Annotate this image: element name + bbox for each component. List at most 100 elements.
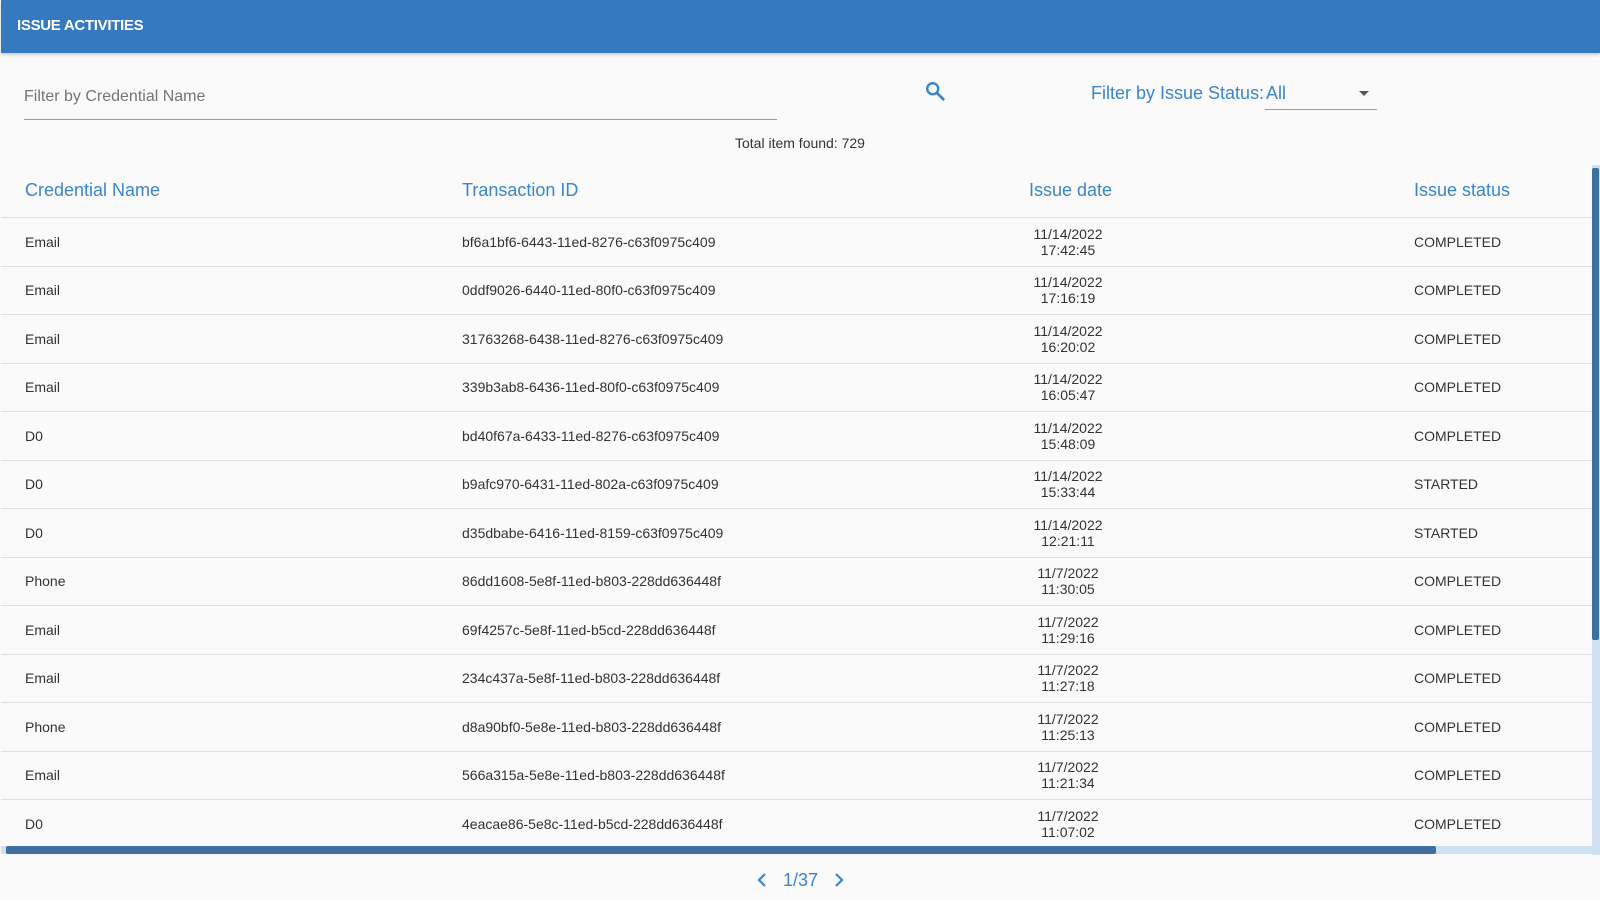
cell-transaction-id: 566a315a-5e8e-11ed-b803-228dd636448f [462,767,725,784]
table-row[interactable]: Phone d8a90bf0-5e8e-11ed-b803-228dd636448… [1,703,1594,752]
table-row[interactable]: Email 339b3ab8-6436-11ed-80f0-c63f0975c40… [1,364,1594,412]
issue-date-time: 16:05:47 [1040,387,1096,404]
table-row[interactable]: Email bf6a1bf6-6443-11ed-8276-c63f0975c40… [1,218,1594,267]
cell-transaction-id: d8a90bf0-5e8e-11ed-b803-228dd636448f [462,718,721,735]
pagination: 1/37 [0,866,1600,896]
horizontal-scroll-thumb[interactable] [6,846,1436,854]
table-row[interactable]: Phone 86dd1608-5e8f-11ed-b803-228dd636448… [1,558,1594,606]
table-row[interactable]: D0 bd40f67a-6433-11ed-8276-c63f0975c409 11… [1,412,1594,461]
cell-issue-status: STARTED [1414,476,1479,493]
cell-issue-date: 11/14/2022 16:05:47 [1029,371,1107,403]
cell-issue-date: 11/14/2022 12:21:11 [1029,517,1107,549]
issue-date-day: 11/14/2022 [1033,274,1103,291]
column-header-credential-name[interactable]: Credential Name [25,180,160,201]
issue-date-time: 17:42:45 [1040,241,1096,258]
cell-credential-name: Phone [25,573,66,590]
cell-credential-name: Email [25,282,61,299]
page-title: ISSUE ACTIVITIES [17,17,144,34]
issue-date-day: 11/14/2022 [1033,322,1103,339]
table-row[interactable]: Email 234c437a-5e8f-11ed-b803-228dd636448… [1,655,1594,703]
cell-issue-date: 11/7/2022 11:30:05 [1029,565,1107,597]
status-filter-value: All [1266,83,1287,103]
issue-date-time: 17:16:19 [1040,290,1096,307]
cell-issue-status: COMPLETED [1414,621,1502,638]
table-header: Credential Name Transaction ID Issue dat… [1,165,1594,218]
table-row[interactable]: D0 4eacae86-5e8c-11ed-b5cd-228dd636448f 11… [1,800,1594,849]
total-count: Total item found: 729 [735,135,865,151]
cell-issue-status: COMPLETED [1414,670,1502,687]
cell-issue-status: COMPLETED [1414,427,1502,444]
cell-transaction-id: 339b3ab8-6436-11ed-80f0-c63f0975c409 [462,379,720,396]
cell-issue-status: COMPLETED [1414,379,1502,396]
issue-date-time: 11:25:13 [1041,726,1095,743]
issue-date-day: 11/7/2022 [1037,759,1099,776]
cell-transaction-id: 69f4257c-5e8f-11ed-b5cd-228dd636448f [462,621,716,638]
issue-date-day: 11/7/2022 [1037,807,1099,824]
cell-credential-name: D0 [25,427,43,444]
cell-issue-status: COMPLETED [1414,233,1502,250]
cell-issue-date: 11/7/2022 11:27:18 [1029,662,1107,694]
cell-issue-status: COMPLETED [1414,330,1502,347]
cell-transaction-id: d35dbabe-6416-11ed-8159-c63f0975c409 [462,524,724,541]
cell-issue-status: COMPLETED [1414,282,1502,299]
app-header: ISSUE ACTIVITIES [1,0,1600,53]
issue-date-time: 11:30:05 [1041,581,1095,598]
issue-date-day: 11/7/2022 [1037,613,1099,630]
cell-credential-name: Email [25,233,61,250]
issue-date-day: 11/14/2022 [1033,516,1103,533]
cell-issue-status: COMPLETED [1414,767,1502,784]
table-row[interactable]: Email 31763268-6438-11ed-8276-c63f0975c40… [1,315,1594,364]
cell-issue-date: 11/7/2022 11:07:02 [1029,808,1107,840]
table-row[interactable]: Email 69f4257c-5e8f-11ed-b5cd-228dd636448… [1,606,1594,655]
table-row[interactable]: D0 d35dbabe-6416-11ed-8159-c63f0975c409 11… [1,509,1594,558]
cell-credential-name: Email [25,670,61,687]
cell-transaction-id: 0ddf9026-6440-11ed-80f0-c63f0975c409 [462,282,716,299]
cell-transaction-id: 4eacae86-5e8c-11ed-b5cd-228dd636448f [462,815,723,832]
cell-issue-date: 11/14/2022 17:16:19 [1029,274,1107,306]
credential-filter-input[interactable] [24,74,777,119]
search-icon[interactable] [924,80,946,102]
issue-date-time: 11:21:34 [1041,775,1095,792]
cell-credential-name: D0 [25,524,43,541]
table-row[interactable]: Email 0ddf9026-6440-11ed-80f0-c63f0975c40… [1,267,1594,315]
cell-credential-name: Email [25,330,61,347]
issue-date-time: 15:48:09 [1040,435,1096,452]
cell-transaction-id: b9afc970-6431-11ed-802a-c63f0975c409 [462,476,719,493]
credential-filter-field[interactable] [24,74,777,120]
issue-date-day: 11/7/2022 [1037,565,1099,582]
cell-transaction-id: bd40f67a-6433-11ed-8276-c63f0975c409 [462,427,720,444]
cell-transaction-id: 31763268-6438-11ed-8276-c63f0975c409 [462,330,724,347]
cell-issue-status: COMPLETED [1414,718,1502,735]
issue-date-day: 11/14/2022 [1033,419,1103,436]
cell-issue-date: 11/14/2022 16:20:02 [1029,323,1107,355]
table-row[interactable]: D0 b9afc970-6431-11ed-802a-c63f0975c409 11… [1,461,1594,509]
issue-date-time: 16:20:02 [1040,338,1096,355]
cell-issue-date: 11/14/2022 15:48:09 [1029,420,1107,452]
issue-date-time: 11:29:16 [1041,629,1095,646]
issue-date-time: 11:27:18 [1041,678,1095,695]
cell-issue-status: COMPLETED [1414,573,1502,590]
issue-table: Credential Name Transaction ID Issue dat… [1,165,1594,855]
cell-credential-name: Phone [25,718,66,735]
chevron-left-icon[interactable] [757,873,767,887]
cell-transaction-id: 234c437a-5e8f-11ed-b803-228dd636448f [462,670,721,687]
page-indicator: 1/37 [783,870,819,890]
cell-issue-status: STARTED [1414,524,1479,541]
cell-issue-date: 11/7/2022 11:21:34 [1029,759,1107,791]
issue-date-time: 15:33:44 [1040,484,1096,501]
cell-issue-date: 11/7/2022 11:29:16 [1029,614,1107,646]
status-filter-select[interactable]: All [1265,80,1377,110]
column-header-transaction-id[interactable]: Transaction ID [462,180,578,201]
issue-date-time: 11:07:02 [1041,823,1095,840]
column-header-issue-date[interactable]: Issue date [1029,180,1112,201]
cell-transaction-id: 86dd1608-5e8f-11ed-b803-228dd636448f [462,573,721,590]
chevron-right-icon[interactable] [834,873,844,887]
cell-issue-date: 11/14/2022 15:33:44 [1029,468,1107,500]
table-body: Email bf6a1bf6-6443-11ed-8276-c63f0975c40… [1,218,1594,849]
issue-date-day: 11/14/2022 [1033,225,1103,242]
cell-issue-date: 11/14/2022 17:42:45 [1029,226,1107,258]
vertical-scroll-thumb[interactable] [1592,168,1599,640]
column-header-issue-status[interactable]: Issue status [1414,180,1510,201]
table-row[interactable]: Email 566a315a-5e8e-11ed-b803-228dd636448… [1,752,1594,800]
cell-issue-date: 11/7/2022 11:25:13 [1029,711,1107,743]
